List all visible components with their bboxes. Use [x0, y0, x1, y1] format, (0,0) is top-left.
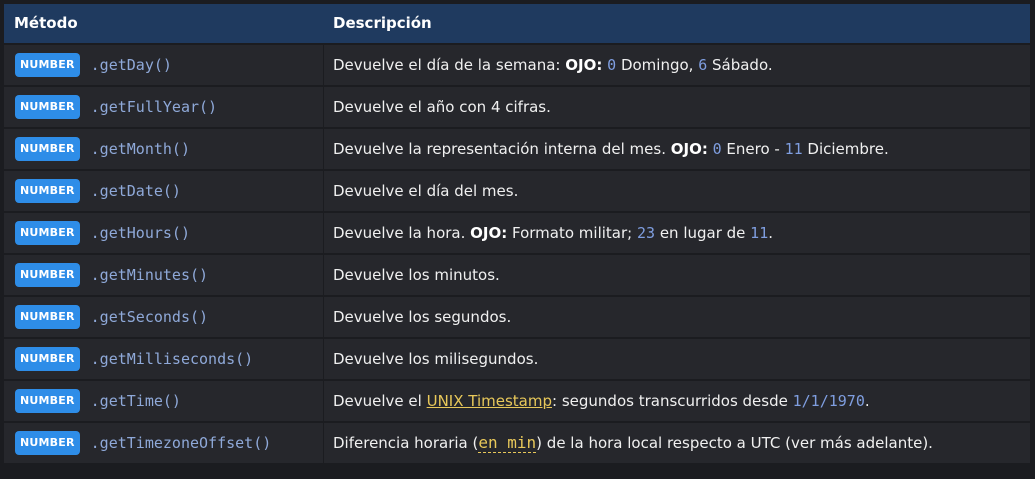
unit-abbreviation[interactable]: en min: [478, 433, 537, 453]
type-badge: NUMBER: [15, 389, 80, 413]
ojo-label: OJO:: [670, 140, 708, 158]
description-cell: Devuelve el UNIX Timestamp: segundos tra…: [324, 381, 1030, 421]
desc-text: Devuelve los segundos.: [333, 308, 512, 326]
header-description: Descripción: [333, 14, 432, 32]
method-name: .getFullYear(): [90, 98, 218, 116]
method-name: .getDay(): [90, 56, 172, 74]
description-cell: Devuelve los minutos.: [324, 255, 1030, 295]
table-row: NUMBER .getDay() Devuelve el día de la s…: [4, 45, 1030, 85]
method-cell: NUMBER .getMilliseconds(): [4, 339, 323, 379]
description-cell: Devuelve la representación interna del m…: [324, 129, 1030, 169]
method-name: .getSeconds(): [90, 308, 209, 326]
number-value: 1/1/1970: [792, 392, 865, 410]
method-name: .getTimezoneOffset(): [90, 434, 272, 452]
method-cell: NUMBER .getSeconds(): [4, 297, 323, 337]
desc-text: Diferencia horaria (: [333, 434, 479, 452]
table-row: NUMBER .getFullYear() Devuelve el año co…: [4, 87, 1030, 127]
number-value: 11: [784, 140, 803, 158]
desc-text: Domingo,: [616, 56, 699, 74]
type-badge: NUMBER: [15, 347, 80, 371]
desc-text: .: [768, 224, 774, 242]
method-cell: NUMBER .getDay(): [4, 45, 323, 85]
desc-text: Sábado.: [707, 56, 773, 74]
number-value: 0: [712, 140, 722, 158]
type-badge: NUMBER: [15, 53, 80, 77]
number-value: 11: [750, 224, 769, 242]
description-cell: Devuelve el día de la semana: OJO: 0 Dom…: [324, 45, 1030, 85]
desc-text: Devuelve el año con 4 cifras.: [333, 98, 551, 116]
method-name: .getMonth(): [90, 140, 190, 158]
table-row: NUMBER .getTimezoneOffset() Diferencia h…: [4, 423, 1030, 463]
table-row: NUMBER .getMinutes() Devuelve los minuto…: [4, 255, 1030, 295]
unix-timestamp-link[interactable]: UNIX Timestamp: [427, 392, 552, 410]
method-cell: NUMBER .getTimezoneOffset(): [4, 423, 323, 463]
table-row: NUMBER .getSeconds() Devuelve los segund…: [4, 297, 1030, 337]
description-cell: Devuelve la hora. OJO: Formato militar; …: [324, 213, 1030, 253]
description-cell: Devuelve los segundos.: [324, 297, 1030, 337]
desc-text: Devuelve el día de la semana:: [333, 56, 566, 74]
number-value: 6: [698, 56, 708, 74]
number-value: 0: [607, 56, 617, 74]
desc-text: Devuelve los milisegundos.: [333, 350, 539, 368]
type-badge: NUMBER: [15, 95, 80, 119]
desc-text: ) de la hora local respecto a UTC (ver m…: [536, 434, 933, 452]
table-row: NUMBER .getTime() Devuelve el UNIX Times…: [4, 381, 1030, 421]
number-value: 23: [636, 224, 656, 242]
table-row: NUMBER .getDate() Devuelve el día del me…: [4, 171, 1030, 211]
method-name: .getTime(): [90, 392, 181, 410]
method-cell: NUMBER .getTime(): [4, 381, 323, 421]
description-cell: Devuelve los milisegundos.: [324, 339, 1030, 379]
method-cell: NUMBER .getMinutes(): [4, 255, 323, 295]
desc-text: Devuelve el: [333, 392, 427, 410]
desc-text: en lugar de: [655, 224, 751, 242]
method-cell: NUMBER .getHours(): [4, 213, 323, 253]
description-cell: Diferencia horaria (en min) de la hora l…: [324, 423, 1030, 463]
method-cell: NUMBER .getMonth(): [4, 129, 323, 169]
method-name: .getHours(): [90, 224, 190, 242]
desc-text: Formato militar;: [507, 224, 637, 242]
desc-text: Devuelve los minutos.: [333, 266, 500, 284]
type-badge: NUMBER: [15, 263, 80, 287]
description-cell: Devuelve el día del mes.: [324, 171, 1030, 211]
desc-text: Devuelve la hora.: [333, 224, 471, 242]
desc-text: Devuelve el día del mes.: [333, 182, 519, 200]
type-badge: NUMBER: [15, 431, 80, 455]
method-cell: NUMBER .getDate(): [4, 171, 323, 211]
table-row: NUMBER .getMilliseconds() Devuelve los m…: [4, 339, 1030, 379]
desc-text: Diciembre.: [802, 140, 889, 158]
ojo-label: OJO:: [470, 224, 508, 242]
table-row: NUMBER .getMonth() Devuelve la represent…: [4, 129, 1030, 169]
type-badge: NUMBER: [15, 221, 80, 245]
header-method: Método: [14, 14, 78, 32]
method-name: .getMilliseconds(): [90, 350, 254, 368]
table-row: NUMBER .getHours() Devuelve la hora. OJO…: [4, 213, 1030, 253]
desc-text: : segundos transcurridos desde: [552, 392, 793, 410]
methods-table: Método Descripción NUMBER .getDay() Devu…: [4, 4, 1030, 463]
desc-text: Enero -: [721, 140, 785, 158]
type-badge: NUMBER: [15, 179, 80, 203]
description-cell: Devuelve el año con 4 cifras.: [324, 87, 1030, 127]
method-name: .getDate(): [90, 182, 181, 200]
desc-text: Devuelve la representación interna del m…: [333, 140, 671, 158]
desc-text: .: [864, 392, 870, 410]
method-cell: NUMBER .getFullYear(): [4, 87, 323, 127]
method-name: .getMinutes(): [90, 266, 209, 284]
table-header: Método Descripción: [4, 4, 1030, 43]
type-badge: NUMBER: [15, 137, 80, 161]
type-badge: NUMBER: [15, 305, 80, 329]
ojo-label: OJO:: [565, 56, 603, 74]
